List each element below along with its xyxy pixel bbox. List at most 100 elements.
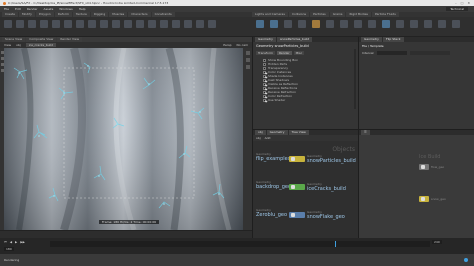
folder-tab-misc[interactable]: Misc [293,51,305,55]
menu-assets[interactable]: Assets [44,7,54,11]
platonic-tool-icon[interactable] [160,20,168,28]
checkbox[interactable] [263,70,266,74]
minimize-icon[interactable]: – [455,1,457,5]
maximize-icon[interactable]: □ [461,1,464,5]
timeline[interactable]: ⏮ ◀ ▶ ▶▶ 240 180 [0,238,474,254]
path-tool-icon[interactable] [124,20,132,28]
node-tile-yellow[interactable] [419,196,429,202]
portal-light-tool-icon[interactable] [410,20,418,28]
lighting-icon[interactable] [245,58,250,62]
checkbox[interactable] [263,58,266,62]
ambient-light-tool-icon[interactable] [424,20,432,28]
current-frame-field[interactable]: 180 [4,247,14,251]
stereo-camera-tool-icon[interactable] [438,20,446,28]
timeline-playhead[interactable] [335,241,336,247]
param2-field[interactable] [376,51,407,55]
checkbox[interactable] [263,74,266,78]
line-tool-icon[interactable] [76,20,84,28]
param2-slider[interactable] [409,51,450,55]
net-tab-geometry[interactable]: Geometry [266,130,288,135]
checkbox[interactable] [263,94,266,98]
camera-tool-icon[interactable] [256,20,264,28]
net2-tab[interactable]: ☰ [361,130,370,135]
caustic-light-tool-icon[interactable] [396,20,404,28]
network-editor[interactable]: obj Geometry Tree View obj Add Objects G… [252,129,358,238]
menu-edit[interactable]: Edit [15,7,21,11]
param-scrollbar[interactable] [354,49,356,109]
menu-render[interactable]: Render [27,7,38,11]
step-back-icon[interactable]: ◀ [10,240,12,244]
camera-menu[interactable]: Persp [223,43,231,47]
point-light-tool-icon[interactable] [270,20,278,28]
no-cam-menu[interactable]: No cam [237,43,252,47]
checkbox[interactable] [263,98,266,102]
auto-update-icon[interactable] [464,258,468,262]
torus-tool-icon[interactable] [40,20,48,28]
rewind-icon[interactable]: ⏮ [4,240,7,244]
param-row[interactable]: Use Shader [263,98,348,102]
shading-icon[interactable] [245,65,250,69]
box-tool-icon[interactable] [4,20,12,28]
play-icon[interactable]: ▶ [15,240,17,244]
checkbox[interactable] [263,62,266,66]
node-snowparticles[interactable]: Geometry snowParticles_build [289,154,356,164]
node-tile-blue[interactable] [289,212,305,218]
curve-tool-icon[interactable] [100,20,108,28]
timeline-track[interactable] [50,241,430,247]
menu-windows[interactable]: Windows [59,7,72,11]
checkbox[interactable] [263,82,266,86]
node-snowflake[interactable]: Geometry snowFlake_geo [289,210,345,220]
sphere-tool-icon[interactable] [16,20,24,28]
3d-viewport[interactable]: Frame: 180 Hi/Vis: 2 Time: 00:00:06 [4,48,243,230]
menu-file[interactable]: File [4,7,9,11]
metaball-tool-icon[interactable] [184,20,192,28]
sky-light-tool-icon[interactable] [368,20,376,28]
node-tile-green[interactable] [289,184,305,190]
checkbox[interactable] [263,90,266,94]
net-tab-obj[interactable]: obj [255,130,266,135]
draw-curve-tool-icon[interactable] [112,20,120,28]
node-tile-gray[interactable] [419,164,429,170]
distant-light-tool-icon[interactable] [340,20,348,28]
net-tab-treeview[interactable]: Tree View [288,130,309,135]
file-tool-icon[interactable] [196,20,204,28]
environment-light-tool-icon[interactable] [354,20,362,28]
grid-tool-icon[interactable] [52,20,60,28]
param-tab-geometry[interactable]: Geometry [255,37,276,42]
tube-tool-icon[interactable] [28,20,36,28]
display-options-icon[interactable] [245,51,250,55]
close-icon[interactable]: ✕ [467,1,470,5]
param-tab-node[interactable]: snowParticles_build [276,37,313,42]
network-path[interactable]: obj [16,43,21,47]
circle-tool-icon[interactable] [88,20,96,28]
step-forward-icon[interactable]: ▶▶ [20,240,25,244]
checkbox[interactable] [263,86,266,90]
param2-tab-geometry[interactable]: Geometry [361,37,382,42]
node-flip-examples[interactable]: Geometry flip_examples [256,152,290,162]
gi-light-tool-icon[interactable] [382,20,390,28]
volume-light-tool-icon[interactable] [326,20,334,28]
spiral-tool-icon[interactable] [208,20,216,28]
network-path-node[interactable]: ice_cracks_build [25,43,57,47]
node-snow-geo[interactable]: snow_geo [419,196,446,202]
param2-tab-flip[interactable]: Flip Stack [382,37,404,42]
menu-help[interactable]: Help [79,7,86,11]
checkbox[interactable] [263,78,266,82]
area-light-tool-icon[interactable] [298,20,306,28]
font-tool-icon[interactable] [148,20,156,28]
null-tool-icon[interactable] [64,20,72,28]
checkbox[interactable] [263,66,266,70]
node-icecracks[interactable]: Geometry iceCracks_build [289,182,346,192]
end-frame-field[interactable]: 240 [432,240,442,244]
node-backdrop-geo[interactable]: Geometry backdrop_geo [256,180,291,190]
desktop-selector[interactable]: Technical [446,7,468,11]
view-menu[interactable]: View [4,43,11,47]
network-path-label[interactable]: obj [256,136,261,140]
spot-light-tool-icon[interactable] [284,20,292,28]
vr-camera-tool-icon[interactable] [452,20,460,28]
node-flow-geo[interactable]: flow_geo [419,164,444,170]
node-zeroblu-geo[interactable]: Geometry Zeroblu_geo [256,208,287,218]
net-add-menu[interactable]: Add [265,136,271,140]
folder-tab-transform[interactable]: Transform [256,51,275,55]
network-editor-2[interactable]: ☰ Ice Build flow_geo snow_geo [358,129,474,238]
